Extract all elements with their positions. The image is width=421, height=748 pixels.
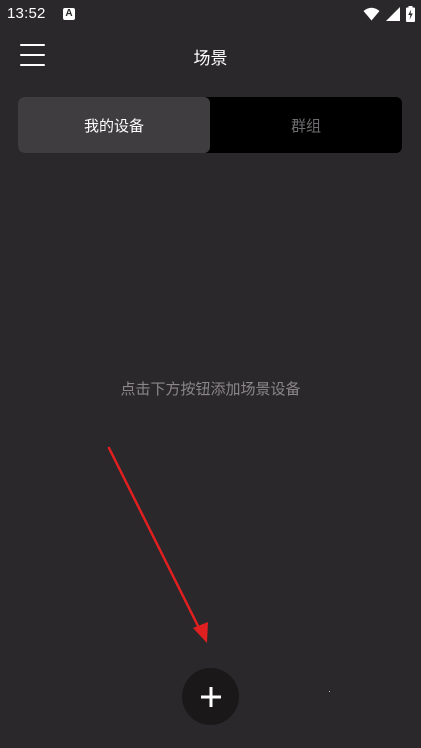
a-app-icon: A [63,8,75,20]
battery-icon [406,6,415,22]
plus-icon [200,686,221,707]
tab-my-devices[interactable]: 我的设备 [18,97,210,153]
wifi-icon [363,7,380,21]
app-header: 场景 [0,30,421,82]
add-scene-device-button[interactable] [182,668,239,725]
device-group-tabs: 我的设备 群组 [18,97,402,153]
empty-state-hint: 点击下方按钮添加场景设备 [120,380,301,398]
status-bar: 13:52 A [0,0,421,30]
status-time: 13:52 [7,5,46,22]
stray-dot [329,691,330,692]
system-icons [363,5,415,23]
tab-groups[interactable]: 群组 [210,97,402,153]
page-title: 场景 [193,49,228,69]
signal-icon [386,7,400,21]
